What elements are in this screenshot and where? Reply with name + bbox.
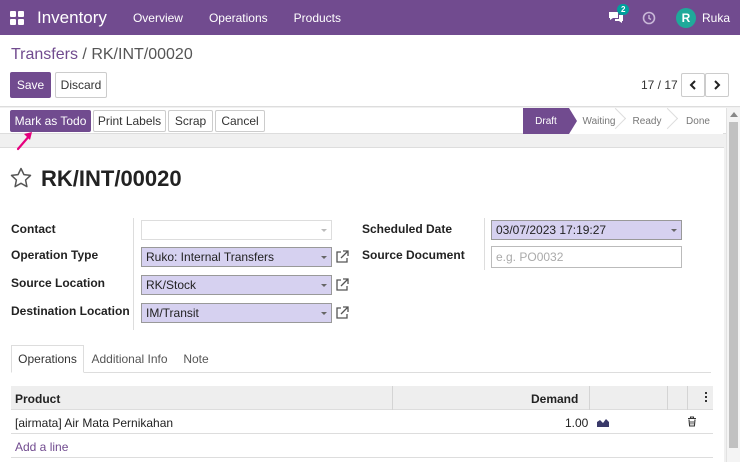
source-location-value: RK/Stock (146, 278, 197, 292)
chevron-down-icon (321, 256, 327, 259)
kebab-icon[interactable] (705, 392, 707, 404)
operations-table: Product Demand [airmata] Air Mata Pernik… (11, 386, 713, 458)
area-chart-icon[interactable] (596, 417, 610, 427)
column-divider (687, 386, 688, 410)
contact-field[interactable] (141, 220, 332, 240)
contact-label: Contact (11, 222, 56, 236)
scroll-thumb[interactable] (729, 122, 738, 448)
chevron-down-icon (321, 229, 327, 232)
add-line-row: Add a line (11, 434, 713, 458)
column-product[interactable]: Product (15, 392, 60, 406)
breadcrumb-transfers[interactable]: Transfers (11, 46, 78, 63)
source-location-field[interactable]: RK/Stock (141, 275, 332, 295)
tab-note[interactable]: Note (175, 345, 217, 373)
destination-location-label: Destination Location (11, 304, 130, 318)
pager-previous-button[interactable] (681, 73, 705, 97)
status-bar: Mark as Todo Print Labels Scrap Cancel D… (0, 108, 726, 134)
external-link-icon[interactable] (334, 305, 350, 321)
apps-grid-icon[interactable] (10, 10, 24, 25)
destination-location-field[interactable]: IM/Transit (141, 303, 332, 323)
column-divider (392, 386, 393, 410)
breadcrumb-separator: / (77, 46, 92, 63)
chevron-right-icon (714, 80, 721, 90)
form-sheet: RK/INT/00020 Contact Operation Type Sour… (0, 147, 724, 462)
page-scrollbar[interactable] (726, 108, 740, 462)
trash-icon[interactable] (687, 416, 697, 427)
table-header: Product Demand (11, 386, 713, 410)
nav-item-overview[interactable]: Overview (133, 11, 183, 25)
scheduled-date-label: Scheduled Date (362, 222, 453, 236)
pager-value[interactable]: 17 / 17 (641, 78, 678, 92)
column-divider (667, 386, 668, 410)
operation-type-value: Ruko: Internal Transfers (146, 250, 275, 264)
user-name[interactable]: Ruka (702, 11, 730, 25)
nav-item-products[interactable]: Products (294, 11, 341, 25)
stage-ready: Ready (621, 108, 673, 134)
save-button[interactable]: Save (10, 72, 51, 98)
chevron-left-icon (689, 80, 696, 90)
pointer-arrow-icon (16, 132, 32, 151)
clock-icon[interactable] (642, 11, 656, 25)
chat-icon[interactable]: 2 (608, 3, 630, 25)
chevron-down-icon (321, 284, 327, 287)
source-location-label: Source Location (11, 276, 106, 290)
scrap-button[interactable]: Scrap (168, 110, 213, 132)
control-panel: Transfers / RK/INT/00020 Save Discard 17… (0, 35, 740, 107)
print-labels-button[interactable]: Print Labels (93, 110, 166, 132)
external-link-icon[interactable] (334, 249, 350, 265)
pager-next-button[interactable] (705, 73, 729, 97)
cancel-button[interactable]: Cancel (215, 110, 265, 132)
nav-item-operations[interactable]: Operations (209, 11, 268, 25)
app-title[interactable]: Inventory (37, 8, 107, 28)
operation-type-label: Operation Type (11, 248, 99, 262)
scheduled-date-field[interactable]: 03/07/2023 17:19:27 (491, 220, 682, 240)
notebook-tabs: Operations Additional Info Note (11, 345, 711, 373)
stage-done: Done (673, 108, 723, 134)
star-icon[interactable] (10, 167, 32, 188)
source-document-placeholder: e.g. PO0032 (496, 250, 564, 264)
table-row[interactable]: [airmata] Air Mata Pernikahan 1.00 (11, 410, 713, 434)
source-document-input[interactable]: e.g. PO0032 (491, 246, 682, 268)
tab-operations[interactable]: Operations (11, 345, 84, 373)
navbar-systray: 2 R Ruka (608, 0, 730, 35)
chevron-down-icon (321, 312, 327, 315)
breadcrumb: Transfers / RK/INT/00020 (11, 46, 193, 64)
row-demand[interactable]: 1.00 (565, 416, 588, 430)
scroll-up-icon[interactable] (730, 112, 738, 117)
breadcrumb-current: RK/INT/00020 (91, 46, 193, 63)
operation-type-field[interactable]: Ruko: Internal Transfers (141, 247, 332, 267)
avatar[interactable]: R (675, 7, 696, 28)
chat-badge: 2 (616, 3, 630, 15)
add-line-link[interactable]: Add a line (15, 440, 68, 454)
chevron-down-icon (671, 229, 677, 232)
column-demand[interactable]: Demand (531, 392, 578, 406)
external-link-icon[interactable] (334, 277, 350, 293)
field-divider (133, 218, 134, 330)
source-document-label: Source Document (362, 248, 465, 262)
scheduled-date-value: 03/07/2023 17:19:27 (496, 223, 607, 237)
stage-draft: Draft (523, 108, 577, 134)
field-divider (484, 218, 485, 270)
row-product[interactable]: [airmata] Air Mata Pernikahan (15, 416, 173, 430)
discard-button[interactable]: Discard (55, 72, 107, 98)
record-title: RK/INT/00020 (41, 166, 182, 191)
column-divider (589, 386, 590, 410)
stage-bar: Draft Waiting Ready Done (523, 108, 723, 134)
destination-location-value: IM/Transit (146, 306, 199, 320)
top-navbar: Inventory Overview Operations Products 2… (0, 0, 740, 35)
tab-additional-info[interactable]: Additional Info (87, 345, 172, 373)
